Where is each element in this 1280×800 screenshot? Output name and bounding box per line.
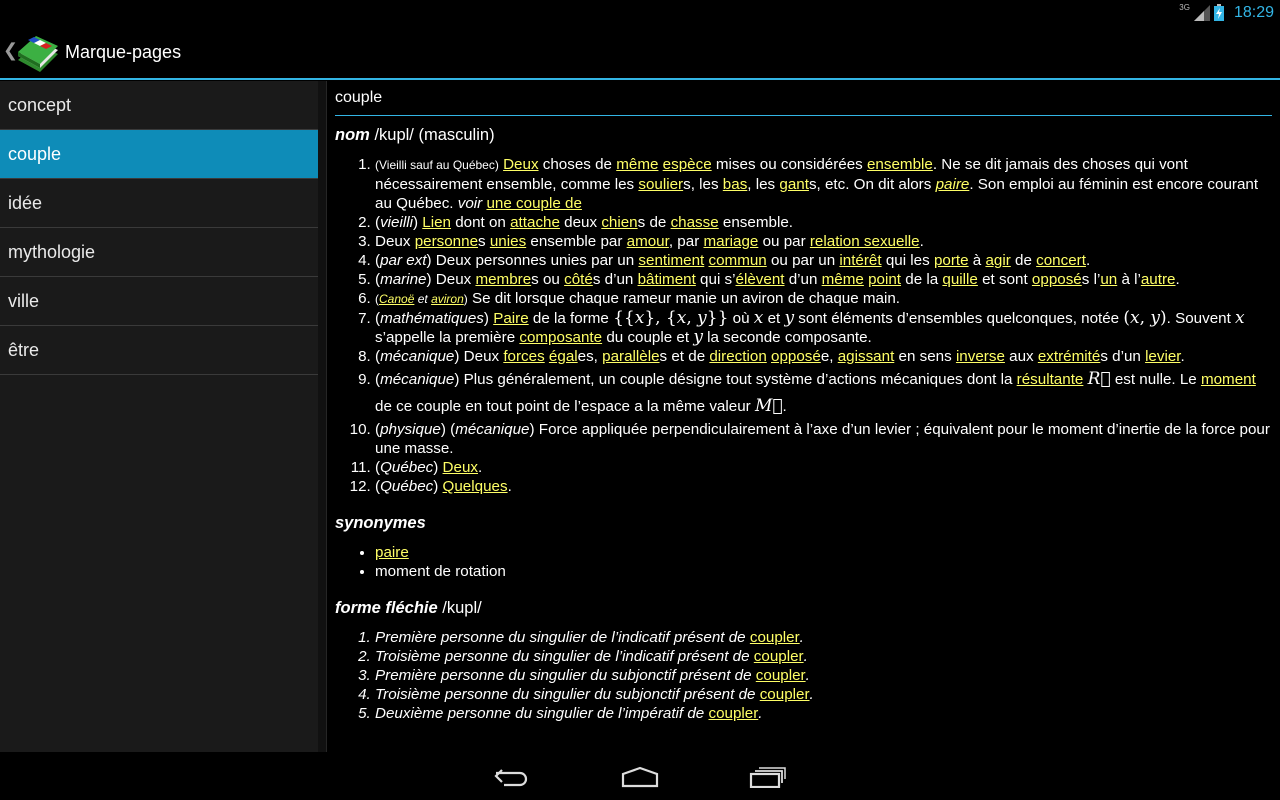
pronunciation: /kupl/ <box>374 126 414 144</box>
inflected-list: Première personne du singulier de l’indi… <box>375 628 1272 723</box>
bookmark-item[interactable]: être <box>0 326 318 375</box>
inflected-heading: forme fléchie /kupl/ <box>335 599 1272 618</box>
synonym-item: moment de rotation <box>375 562 1272 581</box>
inflected-item: Deuxième personne du singulier de l’impé… <box>375 704 1272 723</box>
definition-pane[interactable]: couple nom /kupl/ (masculin) (Vieilli sa… <box>327 81 1280 752</box>
bookmark-item[interactable]: concept <box>0 81 318 130</box>
part-of-speech: nom <box>335 126 370 144</box>
inflected-link[interactable]: coupler <box>708 705 758 722</box>
synonyms-list: paire moment de rotation <box>375 543 1272 581</box>
bookmark-label: couple <box>8 143 62 164</box>
home-button[interactable] <box>610 760 670 794</box>
bookmark-label: mythologie <box>8 241 96 262</box>
bookmark-item[interactable]: mythologie <box>0 228 318 277</box>
inflected-link[interactable]: coupler <box>756 667 806 684</box>
bookmark-label: concept <box>8 94 72 115</box>
bookmarks-list: concept couple idée mythologie ville êtr… <box>0 81 318 752</box>
signal-icon <box>1193 4 1210 21</box>
recent-apps-icon <box>749 767 786 788</box>
pane-divider[interactable] <box>318 81 327 752</box>
dictionary-book-icon[interactable] <box>14 30 60 76</box>
action-bar: ❮ Marque-pages <box>0 25 1280 80</box>
back-icon <box>494 769 528 787</box>
inflected-title: forme fléchie <box>335 599 438 617</box>
status-icons: 3G 18:29 <box>1179 2 1274 23</box>
definition-item: (par ext) Deux personnes unies par un se… <box>375 251 1272 270</box>
app-title: Marque-pages <box>65 42 182 62</box>
bookmark-item[interactable]: idée <box>0 179 318 228</box>
synonyms-heading: synonymes <box>335 514 1272 533</box>
inflected-link[interactable]: coupler <box>754 648 804 665</box>
definitions-list: (Vieilli sauf au Québec) Deux choses de … <box>375 155 1272 496</box>
back-button[interactable] <box>482 760 542 794</box>
inflected-item: Troisième personne du singulier de l’ind… <box>375 647 1272 666</box>
synonym-link[interactable]: paire <box>375 544 409 561</box>
entry-heading: nom /kupl/ (masculin) <box>335 126 1272 145</box>
inflected-pronunciation: /kupl/ <box>442 599 482 617</box>
network-type: 3G <box>1179 3 1190 12</box>
bookmark-label: idée <box>8 192 43 213</box>
recent-apps-button[interactable] <box>738 760 798 794</box>
synonyms-title: synonymes <box>335 514 426 532</box>
inflected-item: Première personne du singulier de l’indi… <box>375 628 1272 647</box>
definition-item: (mécanique) Deux forces égales, parallèl… <box>375 347 1272 366</box>
bookmark-item-selected[interactable]: couple <box>0 130 318 179</box>
definition-item: (mécanique) Plus généralement, un couple… <box>375 366 1272 420</box>
definition-item: (marine) Deux membres ou côtés d’un bâti… <box>375 270 1272 289</box>
definition-item: (Québec) Quelques. <box>375 477 1272 496</box>
definition-item: (mathématiques) Paire de la forme {{x}, … <box>375 309 1272 347</box>
synonym-item: paire <box>375 543 1272 562</box>
status-bar: 3G 18:29 <box>0 0 1280 25</box>
definition-item: Deux personnes unies ensemble par amour,… <box>375 232 1272 251</box>
definition-item: (physique) (mécanique) Force appliquée p… <box>375 420 1272 458</box>
home-icon <box>621 766 659 788</box>
entry-word: couple <box>335 88 1272 116</box>
battery-icon <box>1213 4 1224 21</box>
clock: 18:29 <box>1233 3 1274 21</box>
bookmark-item[interactable]: ville <box>0 277 318 326</box>
navigation-bar <box>0 752 1280 800</box>
inflected-item: Troisième personne du singulier du subjo… <box>375 685 1272 704</box>
inflected-item: Première personne du singulier du subjon… <box>375 666 1272 685</box>
bookmark-label: ville <box>8 290 40 311</box>
inflected-link[interactable]: coupler <box>750 629 800 646</box>
bookmark-label: être <box>8 339 40 360</box>
definition-item: (Vieilli sauf au Québec) Deux choses de … <box>375 155 1272 213</box>
inflected-link[interactable]: coupler <box>760 686 810 703</box>
definition-item: (Québec) Deux. <box>375 458 1272 477</box>
gender: (masculin) <box>418 126 495 144</box>
definition-item: (vieilli) Lien dont on attache deux chie… <box>375 213 1272 232</box>
definition-item: (Canoë et aviron) Se dit lorsque chaque … <box>375 289 1272 309</box>
